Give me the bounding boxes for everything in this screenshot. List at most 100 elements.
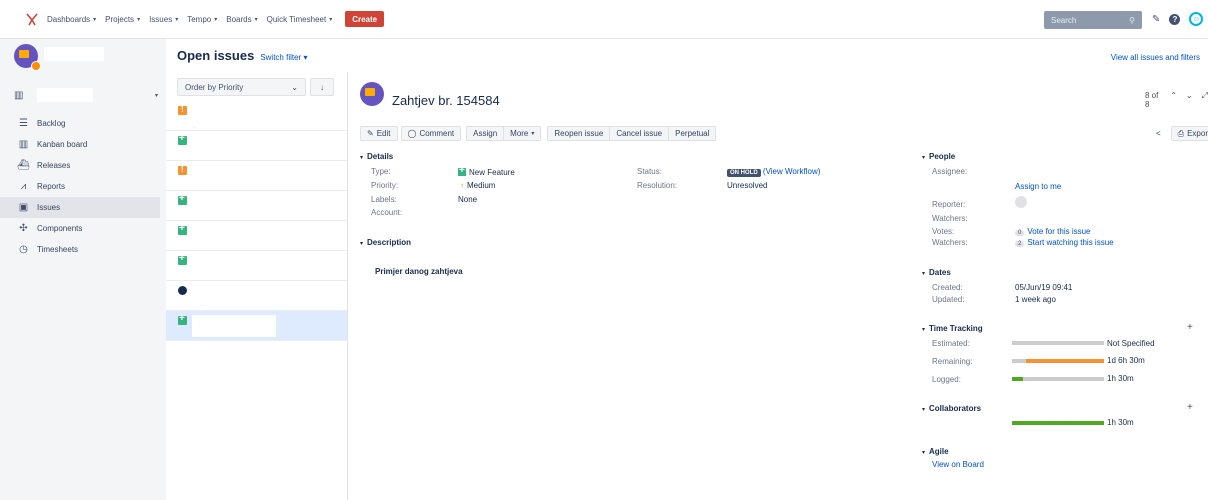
sidebar: ▥ ▾ ☰ Backlog ▥ Kanban board ⛴ Releases ⩘ Re… (0, 39, 166, 500)
more-button[interactable]: More ▾ (503, 126, 542, 141)
toolbar-right: < ⎙Export▾ (1150, 126, 1208, 141)
expand-icon[interactable]: ⤢ (1202, 91, 1208, 109)
issue-list: · · (166, 101, 347, 341)
reopen-issue-button[interactable]: Reopen issue (547, 126, 611, 141)
collaborators-heading[interactable]: ▾ Collaborators (922, 404, 981, 413)
list-item[interactable] (166, 221, 347, 251)
list-item[interactable]: · (166, 101, 347, 131)
board-name-redacted (37, 88, 94, 102)
time-tracking-heading[interactable]: ▾ Time Tracking (922, 324, 983, 333)
sidebar-item-label: Issues (37, 203, 61, 212)
resolution-value: Unresolved (727, 181, 768, 190)
list-item-selected[interactable] (166, 311, 347, 341)
sidebar-item-backlog[interactable]: ☰ Backlog (0, 113, 160, 134)
updated-label: Updated: (932, 295, 965, 304)
project-avatar[interactable] (14, 44, 41, 71)
view-all-issues-link[interactable]: View all issues and filters (1111, 53, 1200, 62)
export-icon: ⎙ (1177, 128, 1185, 138)
order-by-select[interactable]: Order by Priority ⌄ (177, 78, 306, 96)
nav-dashboards[interactable]: Dashboards ▾ (47, 15, 96, 24)
assign-to-me-link[interactable]: Assign to me (1015, 182, 1061, 191)
switch-filter-link[interactable]: Switch filter ▾ (260, 53, 307, 62)
watch-link[interactable]: Start watching this issue (1027, 238, 1113, 247)
chevron-down-icon: ▾ (137, 16, 141, 23)
issue-pager: 8 of 8 ⌃ ⌄ ⤢ (1145, 91, 1208, 109)
comment-button[interactable]: ◯ Comment (400, 126, 462, 141)
type-label: Type: (371, 167, 391, 176)
list-item[interactable]: · (166, 281, 347, 311)
list-item[interactable] (166, 191, 347, 221)
nav-boards[interactable]: Boards ▾ (226, 15, 257, 24)
comment-icon: ◯ (407, 129, 417, 138)
improvement-icon (178, 165, 187, 175)
labels-value: None (458, 195, 478, 204)
issue-toolbar: ✎ Edit ◯ Comment Assign More ▾ Reopen issue… (360, 126, 720, 141)
chevron-up-icon[interactable]: ⌃ (1170, 91, 1177, 109)
details-heading[interactable]: ▾ Details (360, 152, 393, 161)
board-selector[interactable]: ▥ ▾ (14, 87, 158, 103)
share-icon[interactable]: < (1150, 126, 1167, 141)
project-name-redacted (44, 47, 104, 61)
view-workflow-link[interactable]: (View Workflow) (763, 167, 821, 176)
chevron-down-icon: ▾ (303, 53, 308, 62)
help-icon[interactable]: ? (1169, 13, 1181, 25)
pencil-icon: ✎ (367, 129, 374, 138)
list-item[interactable] (166, 161, 347, 191)
list-item-dot: · (194, 125, 196, 130)
issue-title: Zahtjev br. 154584 (392, 93, 500, 108)
votes-count: 0 (1015, 230, 1025, 236)
vote-link[interactable]: Vote for this issue (1027, 227, 1090, 236)
pane-divider[interactable] (347, 72, 348, 500)
people-heading[interactable]: ▾ People (922, 152, 955, 161)
cancel-issue-button[interactable]: Cancel issue (609, 126, 670, 141)
search-input[interactable]: Search ⚲ (1044, 11, 1142, 29)
assign-button[interactable]: Assign (466, 126, 505, 141)
create-button[interactable]: Create (345, 11, 385, 27)
list-item[interactable] (166, 131, 347, 161)
chevron-down-icon: ▾ (214, 16, 218, 23)
sidebar-item-label: Kanban board (37, 140, 88, 149)
assign-more-group: Assign More ▾ (466, 126, 542, 141)
top-icons: ✎ ? ☺ (1152, 12, 1204, 26)
votes-label: Votes: (932, 227, 955, 236)
sidebar-item-reports[interactable]: ⩘ Reports (0, 176, 160, 197)
chevron-down-icon: ▾ (922, 155, 926, 161)
description-heading[interactable]: ▾ Description (360, 238, 411, 247)
collaborators-value: 1h 30m (1107, 418, 1134, 427)
watchers-label-2: Watchers: (932, 238, 968, 247)
perpetual-button[interactable]: Perpetual (668, 126, 717, 141)
created-value: 05/Jun/19 09:41 (1015, 283, 1073, 292)
view-on-board-link[interactable]: View on Board (932, 460, 984, 469)
sidebar-item-components[interactable]: ✣ Components (0, 218, 160, 239)
sort-direction-button[interactable]: ↓ (310, 78, 334, 96)
nav-issues[interactable]: Issues ▾ (149, 15, 178, 24)
nav-tempo[interactable]: Tempo ▾ (187, 15, 217, 24)
list-header: Open issues Switch filter ▾ (177, 48, 307, 63)
estimated-bar (1012, 341, 1104, 345)
edit-button[interactable]: ✎ Edit (360, 126, 398, 141)
dates-heading[interactable]: ▾ Dates (922, 268, 951, 277)
sidebar-item-releases[interactable]: ⛴ Releases (0, 155, 160, 176)
agile-heading[interactable]: ▾ Agile (922, 447, 949, 456)
board-icon: ▥ (14, 89, 24, 101)
add-icon[interactable]: + (1187, 322, 1193, 333)
sidebar-item-issues[interactable]: ▣ Issues (0, 197, 160, 218)
nav-quick-timesheet[interactable]: Quick Timesheet ▾ (267, 15, 333, 24)
chevron-down-icon[interactable]: ⌄ (1186, 91, 1193, 109)
description-text: Primjer danog zahtjeva (375, 267, 463, 276)
reporter-avatar (1015, 196, 1027, 208)
remaining-value: 1d 6h 30m (1107, 356, 1145, 365)
ship-icon: ⛴ (17, 160, 30, 171)
chevron-down-icon: ▾ (531, 131, 535, 137)
export-button[interactable]: ⎙Export▾ (1170, 126, 1208, 141)
sidebar-item-timesheets[interactable]: ◷ Timesheets (0, 239, 160, 260)
chevron-down-icon: ▾ (175, 16, 179, 23)
user-avatar-icon[interactable]: ☺ (1189, 12, 1204, 26)
list-item[interactable] (166, 251, 347, 281)
notifications-icon[interactable]: ✎ (1152, 14, 1160, 25)
nav-projects[interactable]: Projects ▾ (105, 15, 140, 24)
jira-logo-icon[interactable] (25, 12, 39, 26)
add-icon[interactable]: + (1187, 402, 1193, 413)
issues-icon: ▣ (18, 202, 29, 213)
sidebar-item-kanban-board[interactable]: ▥ Kanban board (0, 134, 160, 155)
